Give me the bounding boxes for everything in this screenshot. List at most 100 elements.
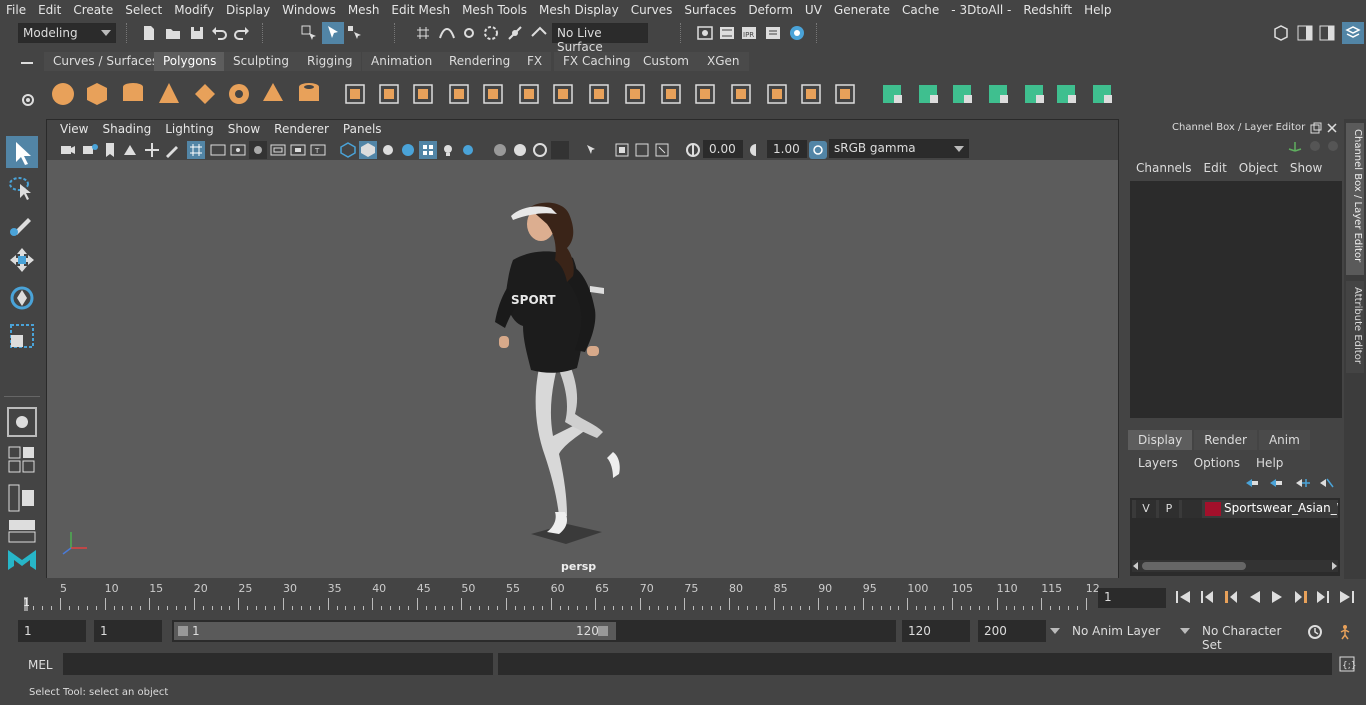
select-object-icon[interactable]	[322, 22, 344, 44]
delete-edge-icon[interactable]	[832, 81, 858, 107]
camera-lock-icon[interactable]	[81, 141, 99, 159]
scale-tool-icon[interactable]	[6, 320, 38, 352]
tab-rigging[interactable]: Rigging	[298, 52, 362, 71]
snap-grid-icon[interactable]	[414, 24, 432, 42]
step-forward-key-icon[interactable]	[1314, 589, 1332, 605]
smooth-shade-icon[interactable]	[359, 141, 377, 159]
exposure-field[interactable]: 0.00	[703, 140, 743, 158]
channel-box-toggle-icon[interactable]	[1342, 22, 1364, 44]
poly-pipe-icon[interactable]	[296, 81, 322, 107]
safe-action-icon[interactable]	[289, 141, 307, 159]
live-surface-field[interactable]: No Live Surface	[552, 23, 648, 54]
bookmark-icon[interactable]	[101, 141, 119, 159]
step-back-key-icon[interactable]	[1198, 589, 1216, 605]
snap-point-icon[interactable]	[460, 24, 478, 42]
channel-menu-channels[interactable]: Channels	[1130, 161, 1198, 175]
select-tool-icon[interactable]	[6, 136, 38, 168]
snap-curve-icon[interactable]	[438, 24, 456, 42]
axis-toggle-icon[interactable]	[1288, 139, 1302, 153]
layer-name[interactable]: Sportswear_Asian_Wo	[1224, 501, 1338, 515]
add-layer-icon[interactable]	[1294, 476, 1310, 490]
anim-layer-dropdown[interactable]: No Anim Layer	[1066, 620, 1170, 642]
tab-channel-box[interactable]: Channel Box / Layer Editor	[1346, 123, 1364, 275]
2d-pan-zoom-icon[interactable]	[143, 141, 161, 159]
hypershade-icon[interactable]	[788, 24, 806, 42]
menu-uv[interactable]: UV	[799, 3, 828, 17]
range-handle-end[interactable]	[598, 626, 608, 636]
scrollbar-thumb[interactable]	[1142, 562, 1246, 570]
tab-fx-caching[interactable]: FX Caching	[554, 52, 640, 71]
tab-fx[interactable]: FX	[518, 52, 552, 71]
uv-automatic-icon[interactable]	[916, 81, 942, 107]
range-slider-handle[interactable]: 1 120	[174, 622, 616, 640]
ambient-occlusion-icon[interactable]	[491, 141, 509, 159]
isolate-select-icon[interactable]	[583, 141, 601, 159]
mirror-icon[interactable]	[410, 81, 436, 107]
rotate-tool-icon[interactable]	[6, 282, 38, 314]
smooth-icon[interactable]	[446, 81, 472, 107]
anti-aliasing-icon[interactable]	[531, 141, 549, 159]
layer-tab-render[interactable]: Render	[1194, 430, 1257, 450]
float-panel-icon[interactable]	[1310, 122, 1322, 134]
range-slider[interactable]: 1 120	[172, 620, 896, 642]
gate-mask-icon[interactable]	[249, 141, 267, 159]
viewport-menu-shading[interactable]: Shading	[95, 122, 158, 136]
open-scene-icon[interactable]	[164, 24, 182, 42]
layer-color-swatch[interactable]	[1205, 502, 1221, 516]
render-sequence-icon[interactable]	[718, 24, 736, 42]
menu-create[interactable]: Create	[67, 3, 119, 17]
viewport-menu-lighting[interactable]: Lighting	[158, 122, 221, 136]
bevel-icon[interactable]	[480, 81, 506, 107]
playback-end-field[interactable]: 120	[902, 620, 970, 642]
menu-mesh-display[interactable]: Mesh Display	[533, 3, 625, 17]
frame-all-icon[interactable]	[613, 141, 631, 159]
character-set-dropdown[interactable]: No Character Set	[1196, 620, 1300, 652]
append-polygon-icon[interactable]	[692, 81, 718, 107]
layer-display-type-toggle[interactable]	[1182, 500, 1202, 518]
toggle-panel-icon[interactable]	[1296, 24, 1314, 42]
time-slider[interactable]: 1 5 10 15 20 25 30 35 40 45 50 55 60 65 70 75 80 85 90 95 1…	[18, 581, 1100, 611]
redo-icon[interactable]	[233, 24, 251, 42]
channel-menu-object[interactable]: Object	[1233, 161, 1284, 175]
layer-playback-toggle[interactable]: P	[1159, 500, 1179, 518]
motion-blur-icon[interactable]	[511, 141, 529, 159]
outliner-layout-icon[interactable]	[6, 482, 38, 514]
gamma-field[interactable]: 1.00	[767, 140, 807, 158]
menu-cache[interactable]: Cache	[896, 3, 945, 17]
frame-selected-icon[interactable]	[633, 141, 651, 159]
auto-key-icon[interactable]	[1306, 623, 1324, 641]
chevron-down-icon[interactable]	[1050, 627, 1060, 635]
frame-select-icon[interactable]	[653, 141, 671, 159]
menu-mesh-tools[interactable]: Mesh Tools	[456, 3, 533, 17]
close-icon[interactable]	[1326, 122, 1338, 134]
default-lighting-icon[interactable]	[379, 141, 397, 159]
mode-dropdown[interactable]: Modeling	[18, 23, 116, 43]
layer-visibility-toggle[interactable]: V	[1136, 500, 1156, 518]
scene-start-field[interactable]: 1	[18, 620, 86, 642]
uv-editor-icon[interactable]	[1090, 81, 1116, 107]
color-management-icon[interactable]	[809, 141, 827, 159]
tab-polygons[interactable]: Polygons	[154, 52, 226, 71]
fill-hole-icon[interactable]	[728, 81, 754, 107]
uv-planar-icon[interactable]	[880, 81, 906, 107]
image-plane-icon[interactable]	[121, 141, 139, 159]
lasso-tool-icon[interactable]	[6, 172, 38, 204]
poly-torus-icon[interactable]	[226, 81, 252, 107]
uv-unfold-icon[interactable]	[1022, 81, 1048, 107]
play-backwards-icon[interactable]	[1246, 589, 1264, 605]
workspace-icon[interactable]	[1272, 24, 1290, 42]
scene-end-field[interactable]: 200	[978, 620, 1046, 642]
resolution-gate-icon[interactable]	[229, 141, 247, 159]
tab-attribute-editor[interactable]: Attribute Editor	[1346, 281, 1364, 373]
viewport-menu-panels[interactable]: Panels	[336, 122, 389, 136]
menu-select[interactable]: Select	[119, 3, 168, 17]
make-live-icon[interactable]	[530, 24, 548, 42]
layer-tab-display[interactable]: Display	[1128, 430, 1193, 450]
shelf-settings-icon[interactable]	[20, 92, 36, 108]
new-layer-icon[interactable]	[1244, 476, 1260, 490]
menu-edit[interactable]: Edit	[32, 3, 67, 17]
scroll-right-icon[interactable]	[1330, 562, 1338, 570]
multi-cut-icon[interactable]	[586, 81, 612, 107]
xray-icon[interactable]	[419, 141, 437, 159]
menu-curves[interactable]: Curves	[625, 3, 679, 17]
